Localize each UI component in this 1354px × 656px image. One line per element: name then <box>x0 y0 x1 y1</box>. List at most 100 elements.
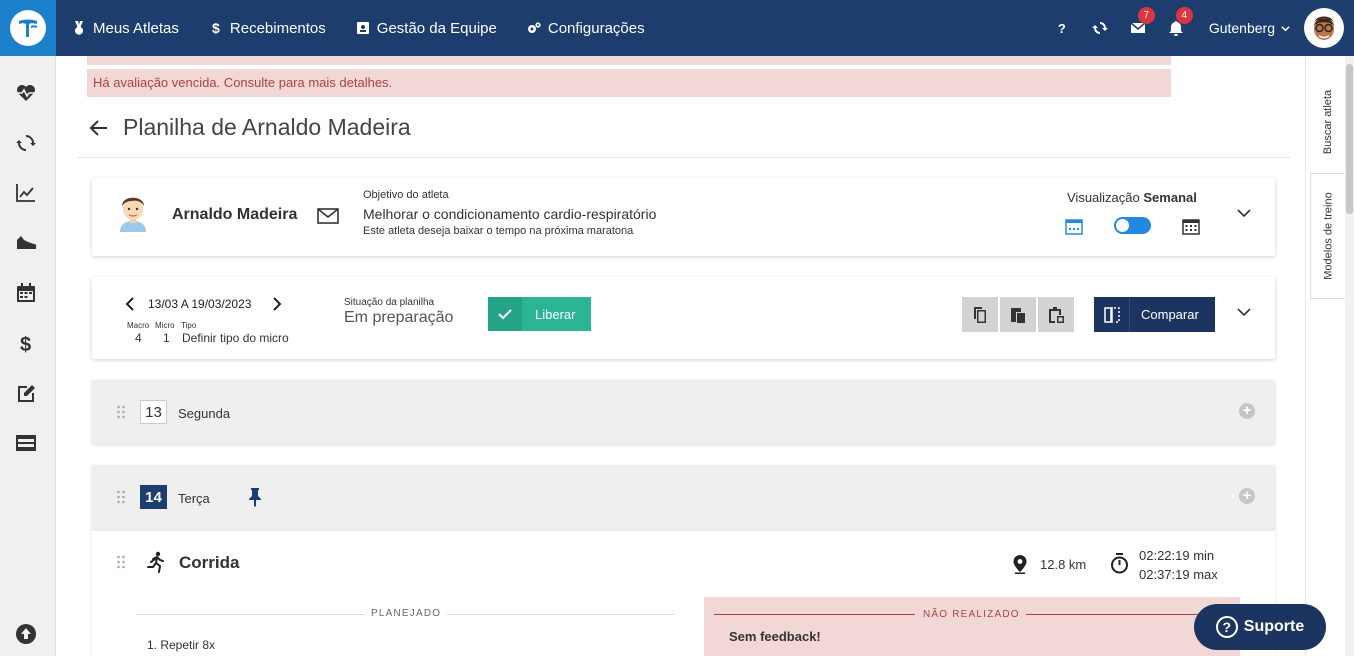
calendar-week-icon[interactable] <box>1065 217 1083 235</box>
chart-line-icon[interactable] <box>14 181 38 205</box>
athlete-card: Arnaldo Madeira Objetivo do atleta Melho… <box>92 178 1275 256</box>
tab-buscar-atleta[interactable]: Buscar atleta <box>1310 68 1346 176</box>
chevron-right-icon[interactable] <box>271 297 283 311</box>
release-button[interactable]: Liberar <box>488 297 591 331</box>
tipo-value[interactable]: Definir tipo do micro <box>182 331 289 345</box>
dollar-icon: $ <box>212 21 220 35</box>
check-icon <box>488 297 522 331</box>
goal-text: Melhorar o condicionamento cardio-respir… <box>363 206 657 222</box>
svg-text:$: $ <box>212 21 220 35</box>
nav-gestao-equipe-label: Gestão da Equipe <box>376 19 497 37</box>
heartbeat-icon[interactable] <box>14 81 38 105</box>
left-sidebar: $ <box>0 56 56 656</box>
support-label: Suporte <box>1243 618 1305 635</box>
calendar-icon[interactable] <box>14 281 38 305</box>
planned-label: PLANEJADO <box>365 608 448 619</box>
nav-configuracoes-label: Configurações <box>547 19 645 37</box>
workout-distance: 12.8 km <box>1040 557 1087 572</box>
chevron-down-icon[interactable] <box>1237 305 1251 319</box>
help-label: ? <box>1057 20 1066 36</box>
day-number: 14 <box>140 485 167 509</box>
page-header: Planilha de Arnaldo Madeira <box>77 108 1290 158</box>
planned-divider: PLANEJADO <box>136 608 675 620</box>
running-icon <box>147 551 164 573</box>
drag-handle-icon[interactable] <box>116 490 126 504</box>
micro-value: 1 <box>163 331 170 345</box>
avatar[interactable] <box>1304 8 1344 48</box>
goal-detail: Este atleta deseja baixar o tempo na pró… <box>363 225 634 237</box>
athlete-name: Arnaldo Madeira <box>172 206 298 223</box>
visualization-label: Visualização Semanal <box>1067 190 1197 205</box>
day-number: 13 <box>140 400 167 424</box>
alert-text: Há avaliação vencida. Consulte para mais… <box>93 75 393 90</box>
week-range: 13/03 A 19/03/2023 <box>148 297 252 311</box>
workout-card: Corrida 12.8 km 02:22:19 min 02:37:19 ma… <box>92 531 1275 656</box>
scrollbar-thumb[interactable] <box>1346 64 1353 214</box>
bell-icon[interactable]: 4 <box>1166 7 1193 38</box>
drag-handle-icon[interactable] <box>116 405 126 419</box>
add-workout-button[interactable]: + <box>1239 488 1255 504</box>
dollar-icon[interactable]: $ <box>14 331 38 355</box>
logo-icon <box>10 10 46 46</box>
mail-icon[interactable] <box>317 208 339 224</box>
film-icon[interactable] <box>14 431 38 455</box>
view-mode-toggle[interactable] <box>1114 217 1151 234</box>
paste-icon <box>1011 307 1025 323</box>
page-title: Planilha de Arnaldo Madeira <box>123 114 411 140</box>
right-rail: Buscar atleta Modelos de treino <box>1305 56 1346 656</box>
sync-icon[interactable] <box>1090 18 1110 38</box>
workout-time-min: 02:22:19 min <box>1139 548 1215 563</box>
tab-modelos-treino[interactable]: Modelos de treino <box>1310 173 1346 299</box>
running-shoe-icon[interactable] <box>14 231 38 255</box>
upload-icon[interactable] <box>14 622 38 646</box>
stopwatch-icon <box>1111 553 1128 574</box>
pin-icon[interactable] <box>248 487 262 507</box>
add-workout-button[interactable]: + <box>1239 403 1255 419</box>
compare-button[interactable]: Comparar <box>1094 297 1215 332</box>
nav-meus-atletas[interactable]: Meus Atletas <box>72 20 179 37</box>
macro-value: 4 <box>135 331 142 345</box>
status-line-left <box>714 614 915 615</box>
paste-button[interactable] <box>1000 297 1036 332</box>
chevron-down-icon[interactable] <box>1237 206 1251 220</box>
day-name: Segunda <box>178 406 231 421</box>
edit-icon[interactable] <box>14 381 38 405</box>
clipboard-swap-icon <box>1049 306 1064 323</box>
paste-special-button[interactable] <box>1038 297 1074 332</box>
back-arrow-icon[interactable] <box>89 118 109 138</box>
svg-text:$: $ <box>20 334 31 354</box>
id-card-icon <box>356 22 369 34</box>
location-pin-icon <box>1013 555 1027 574</box>
messages-badge: 7 <box>1137 7 1155 24</box>
help-icon[interactable]: ? <box>1052 18 1072 38</box>
viz-mode-text: Semanal <box>1143 190 1197 205</box>
app-logo[interactable] <box>0 0 56 56</box>
release-label: Liberar <box>535 306 576 322</box>
main-nav: Meus Atletas $ Recebimentos Gestão da Eq… <box>72 0 645 56</box>
chevron-left-icon[interactable] <box>124 297 136 311</box>
macro-label: Macro <box>127 321 150 330</box>
day-row: 13 Segunda + <box>92 380 1275 444</box>
week-card: 13/03 A 19/03/2023 Macro 4 Micro 1 Tipo … <box>92 277 1275 359</box>
nav-configuracoes[interactable]: Configurações <box>527 20 645 37</box>
alert-previous <box>87 56 1171 65</box>
copy-icon <box>974 306 986 323</box>
compare-icon <box>1094 297 1130 332</box>
scrollbar[interactable] <box>1345 56 1354 656</box>
sync-circle-icon[interactable] <box>14 131 38 155</box>
drag-handle-icon[interactable] <box>116 555 126 569</box>
top-right-actions: ? 7 4 Gutenberg <box>1043 0 1354 56</box>
user-name: Gutenberg <box>1208 20 1275 36</box>
support-button[interactable]: ? Suporte <box>1194 604 1326 650</box>
copy-button[interactable] <box>962 297 998 332</box>
top-navbar: Meus Atletas $ Recebimentos Gestão da Eq… <box>0 0 1354 56</box>
workout-type: Corrida <box>179 553 240 572</box>
nav-gestao-equipe[interactable]: Gestão da Equipe <box>356 20 497 37</box>
workout-time-max: 02:37:19 max <box>1139 567 1218 582</box>
status-box: NÃO REALIZADO Sem feedback! <box>704 597 1240 656</box>
messages-icon[interactable]: 7 <box>1128 7 1155 38</box>
nav-recebimentos[interactable]: $ Recebimentos <box>209 20 326 37</box>
alert-banner[interactable]: Há avaliação vencida. Consulte para mais… <box>87 69 1171 97</box>
calendar-month-icon[interactable] <box>1182 217 1200 235</box>
user-menu[interactable]: Gutenberg <box>1209 20 1290 36</box>
